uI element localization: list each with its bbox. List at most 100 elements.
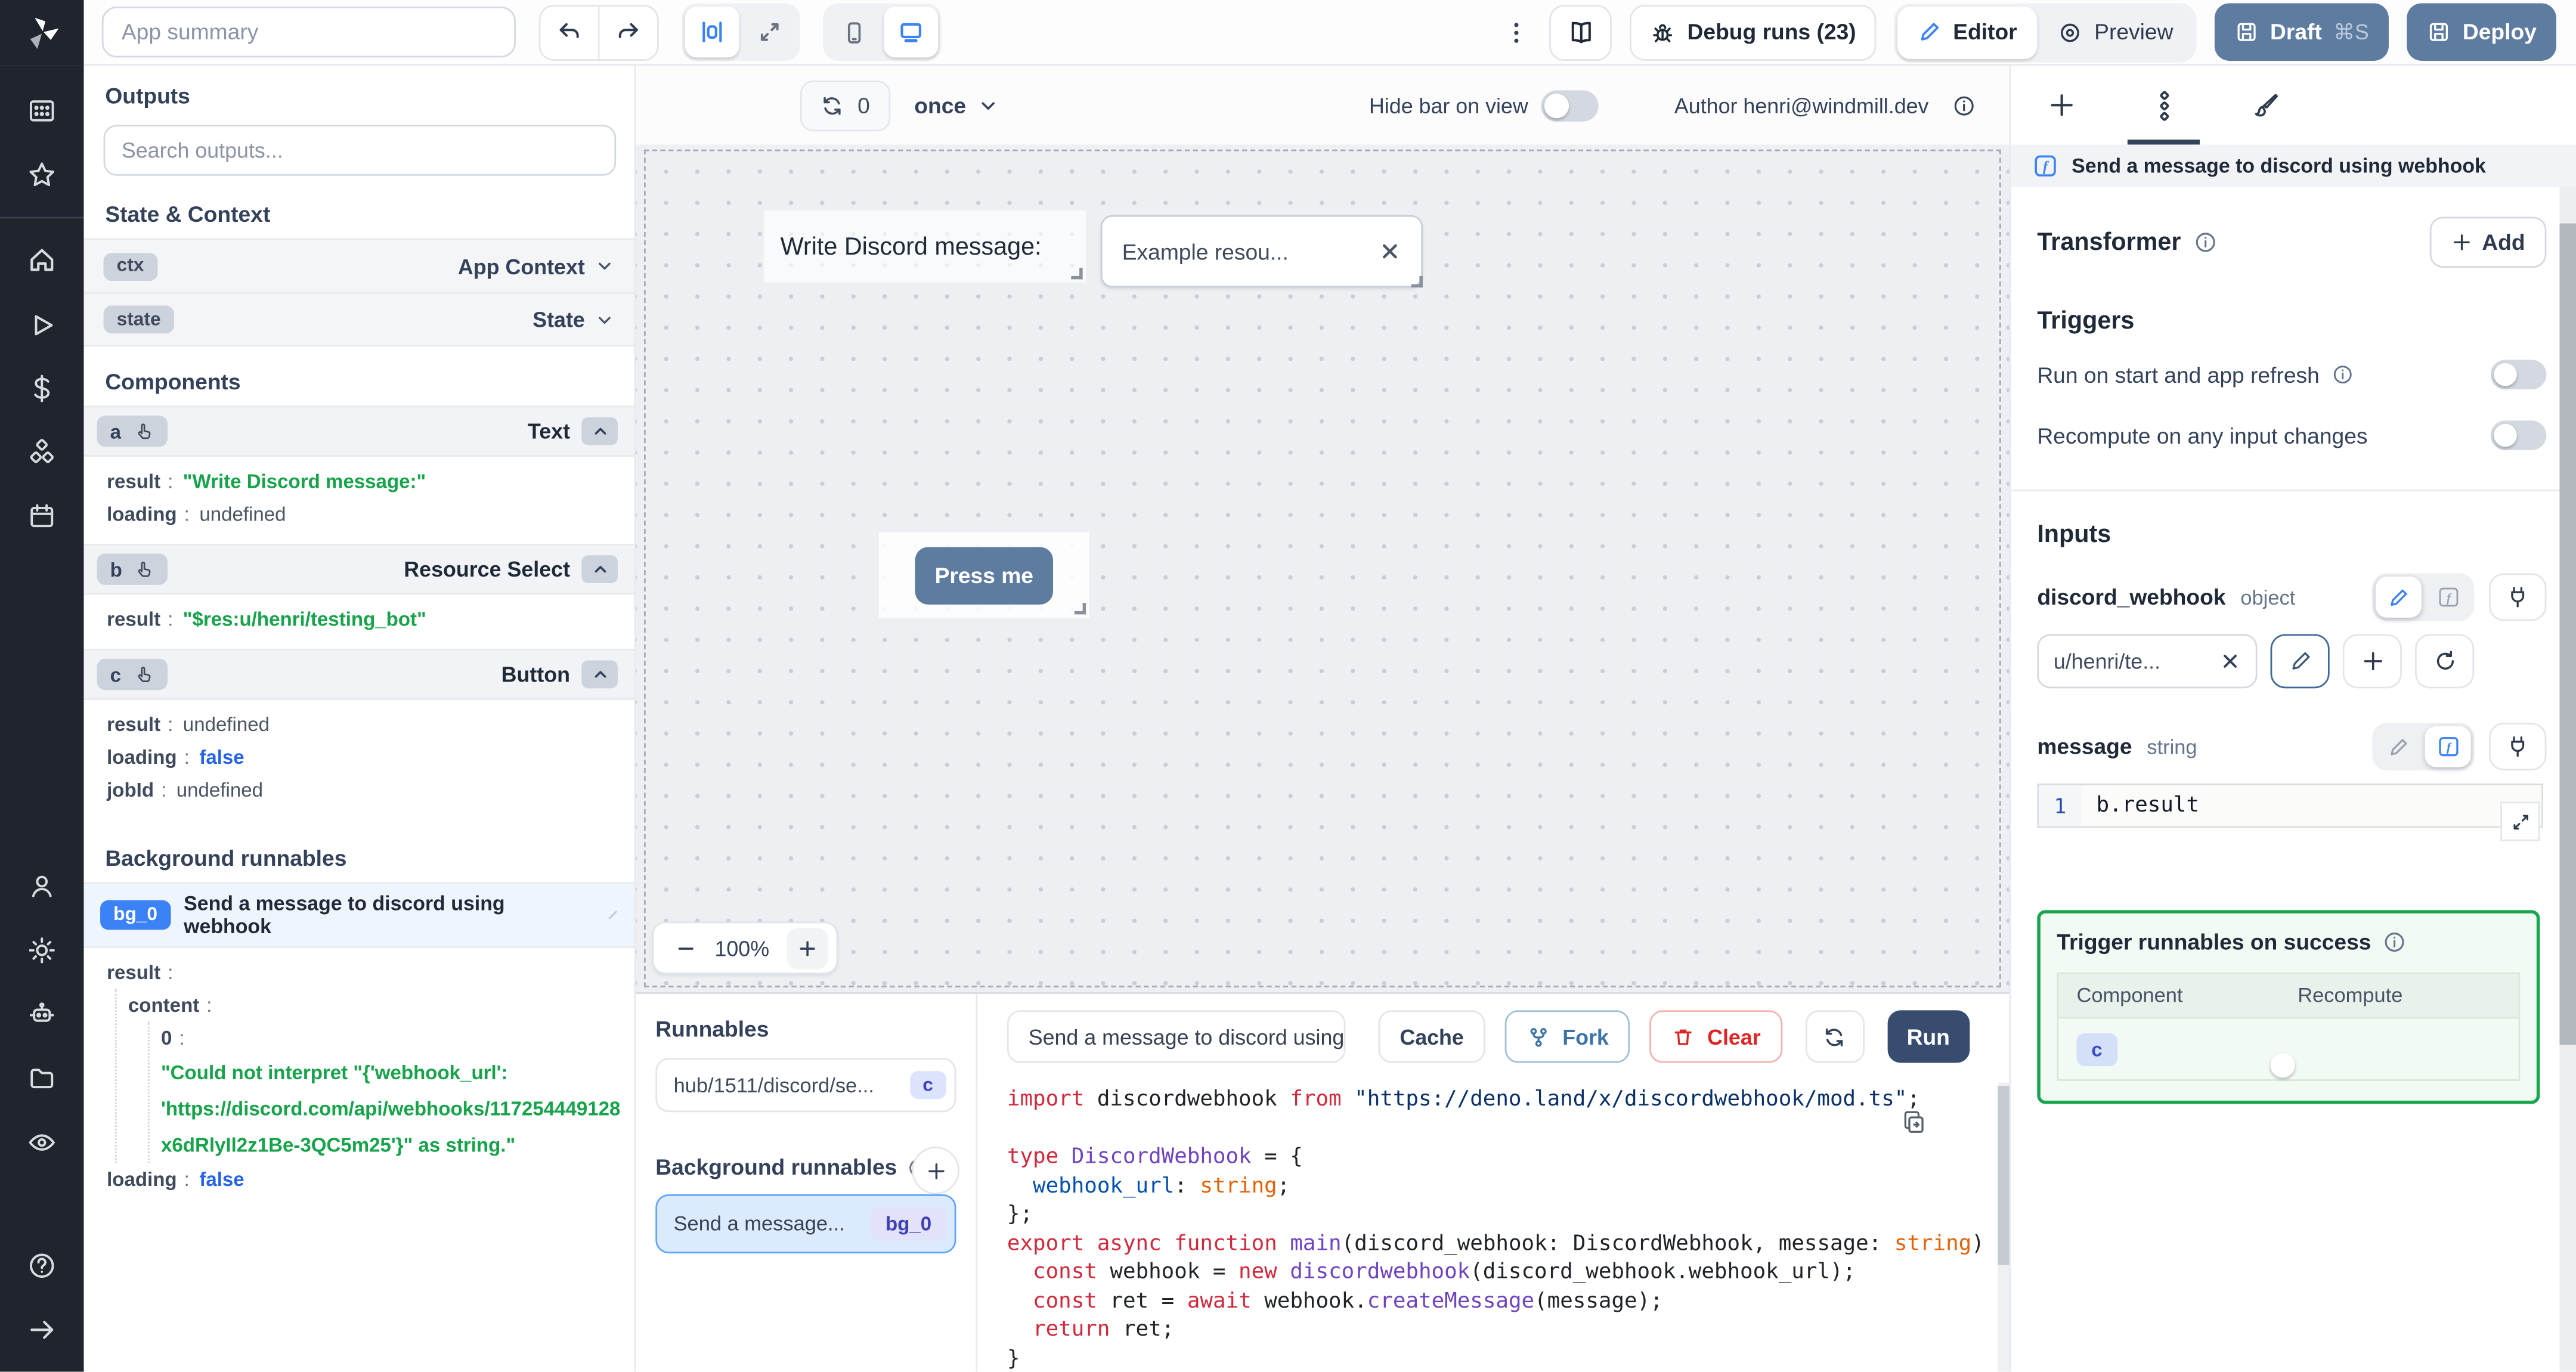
sidebar-item-apps[interactable] <box>0 79 84 143</box>
create-resource-button[interactable] <box>2342 634 2402 689</box>
tab-insert-component[interactable] <box>2011 66 2113 144</box>
sidebar-expand-button[interactable] <box>0 1298 84 1362</box>
tab-editor[interactable]: Editor <box>1897 5 2037 58</box>
zoom-out-button[interactable] <box>675 937 696 959</box>
draft-button[interactable]: Draft ⌘S <box>2214 3 2389 61</box>
run-on-start-toggle[interactable] <box>2490 360 2547 389</box>
runnable-name-button[interactable]: Send a message to discord using <box>1007 1010 1346 1063</box>
collapse-button[interactable] <box>581 555 618 584</box>
undo-button[interactable] <box>540 6 597 58</box>
mobile-view-button[interactable] <box>826 7 881 57</box>
layout-tools-group <box>682 3 800 61</box>
runnable-item-hub[interactable]: hub/1511/discord/se... c <box>655 1058 956 1113</box>
search-outputs-input[interactable] <box>103 125 617 176</box>
code-editor[interactable]: import discordwebhook from "https://deno… <box>977 1082 2010 1372</box>
resize-handle[interactable] <box>1411 275 1423 288</box>
connect-input-button[interactable] <box>2488 573 2547 621</box>
app-summary-input[interactable] <box>101 7 516 58</box>
output-value: false <box>199 745 244 769</box>
input-mode-switch: f <box>2372 723 2475 771</box>
background-runnables-title: Background runnables <box>105 846 347 871</box>
canvas-resource-select-component[interactable]: Example resou... <box>1100 215 1423 288</box>
code-scrollbar[interactable] <box>1998 1082 2010 1372</box>
sidebar-item-settings[interactable] <box>0 918 84 982</box>
eval-mode-button[interactable]: f <box>2425 726 2471 767</box>
component-header-c[interactable]: c Button <box>83 649 634 700</box>
connect-input-button[interactable] <box>2488 723 2547 771</box>
sidebar-item-users[interactable] <box>0 854 84 918</box>
resize-handle[interactable] <box>1071 268 1083 280</box>
info-icon[interactable] <box>2331 363 2354 386</box>
fork-button[interactable]: Fork <box>1504 1010 1630 1063</box>
tab-component-settings[interactable] <box>2113 66 2215 145</box>
sidebar-item-workers[interactable] <box>0 983 84 1046</box>
ctx-row[interactable]: ctx App Context <box>83 238 634 293</box>
component-header-b[interactable]: b Resource Select <box>83 543 634 595</box>
sidebar-item-runs[interactable] <box>0 292 84 356</box>
copy-code-icon[interactable] <box>1901 1109 1927 1135</box>
collapse-button[interactable] <box>581 417 618 445</box>
bg0-header[interactable]: bg_0 Send a message to discord using web… <box>83 882 634 948</box>
state-row[interactable]: state State <box>83 292 634 347</box>
more-menu-button[interactable] <box>1501 6 1531 58</box>
component-header-a[interactable]: a Text <box>83 405 634 457</box>
collapse-button[interactable] <box>581 660 618 689</box>
sidebar-item-folders[interactable] <box>0 1046 84 1110</box>
chevron-icon[interactable] <box>605 907 621 924</box>
inspector-scrollbar[interactable] <box>2559 187 2576 1372</box>
eval-mode-button[interactable]: f <box>2425 577 2471 618</box>
expand-editor-button[interactable] <box>2500 801 2540 841</box>
align-center-button[interactable] <box>685 7 739 58</box>
chevron-down-icon[interactable] <box>595 309 614 329</box>
run-button[interactable]: Run <box>1887 1010 1970 1063</box>
add-transformer-button[interactable]: Add <box>2429 216 2547 268</box>
add-background-runnable-button[interactable] <box>912 1147 959 1194</box>
reload-code-button[interactable] <box>1805 1010 1865 1063</box>
sidebar-item-resources[interactable] <box>0 420 84 484</box>
fullscreen-button[interactable] <box>742 7 797 57</box>
resource-value-field[interactable]: u/henri/te... <box>2037 634 2258 689</box>
edit-resource-button[interactable] <box>2270 634 2330 689</box>
redo-button[interactable] <box>600 6 657 58</box>
windmill-logo[interactable] <box>0 0 84 65</box>
info-icon[interactable] <box>2383 930 2407 954</box>
desktop-view-button[interactable] <box>884 7 939 58</box>
cache-button[interactable]: Cache <box>1378 1010 1485 1063</box>
tab-styling[interactable] <box>2215 66 2317 144</box>
static-mode-button[interactable] <box>2375 577 2422 618</box>
info-icon[interactable] <box>2193 230 2217 255</box>
deploy-button[interactable]: Deploy <box>2407 3 2556 61</box>
refresh-count-button[interactable]: 0 <box>800 79 890 131</box>
sidebar-item-variables[interactable] <box>0 357 84 420</box>
sidebar-item-help[interactable] <box>0 1234 84 1297</box>
runnable-item-bg0[interactable]: Send a message... bg_0 <box>655 1194 956 1254</box>
resize-handle[interactable] <box>1074 603 1086 615</box>
refresh-resource-button[interactable] <box>2414 634 2475 689</box>
sidebar-item-home[interactable] <box>0 228 84 292</box>
app-canvas[interactable]: Write Discord message: Example resou... … <box>636 144 2010 993</box>
connections-icon <box>2148 89 2179 120</box>
press-me-button[interactable]: Press me <box>915 546 1054 604</box>
sidebar-item-schedules[interactable] <box>0 485 84 549</box>
canvas-text-component[interactable]: Write Discord message: <box>764 210 1086 283</box>
canvas-button-component[interactable]: Press me <box>878 532 1089 618</box>
message-expression-editor[interactable]: 1 b.result <box>2037 783 2543 841</box>
success-table-row: c <box>2058 1018 2518 1079</box>
docs-button[interactable] <box>1549 4 1612 60</box>
clear-resource-icon[interactable] <box>2219 651 2241 672</box>
debug-runs-button[interactable]: Debug runs (23) <box>1630 4 1876 60</box>
sidebar-item-audit-logs[interactable] <box>0 1110 84 1174</box>
chevron-down-icon[interactable] <box>595 256 614 276</box>
sidebar-item-favorites[interactable] <box>0 143 84 207</box>
transformer-title: Transformer <box>2037 228 2181 256</box>
static-mode-button[interactable] <box>2376 726 2422 767</box>
run-mode-dropdown[interactable]: once <box>914 93 999 117</box>
clear-select-icon[interactable] <box>1379 240 1402 263</box>
zoom-level: 100% <box>714 936 770 961</box>
recompute-toggle[interactable] <box>2490 420 2547 450</box>
tab-preview[interactable]: Preview <box>2037 6 2193 58</box>
clear-button[interactable]: Clear <box>1649 1010 1782 1063</box>
info-icon[interactable] <box>1952 93 1976 117</box>
hide-bar-toggle[interactable] <box>1541 89 1599 121</box>
zoom-in-button[interactable] <box>787 927 829 969</box>
